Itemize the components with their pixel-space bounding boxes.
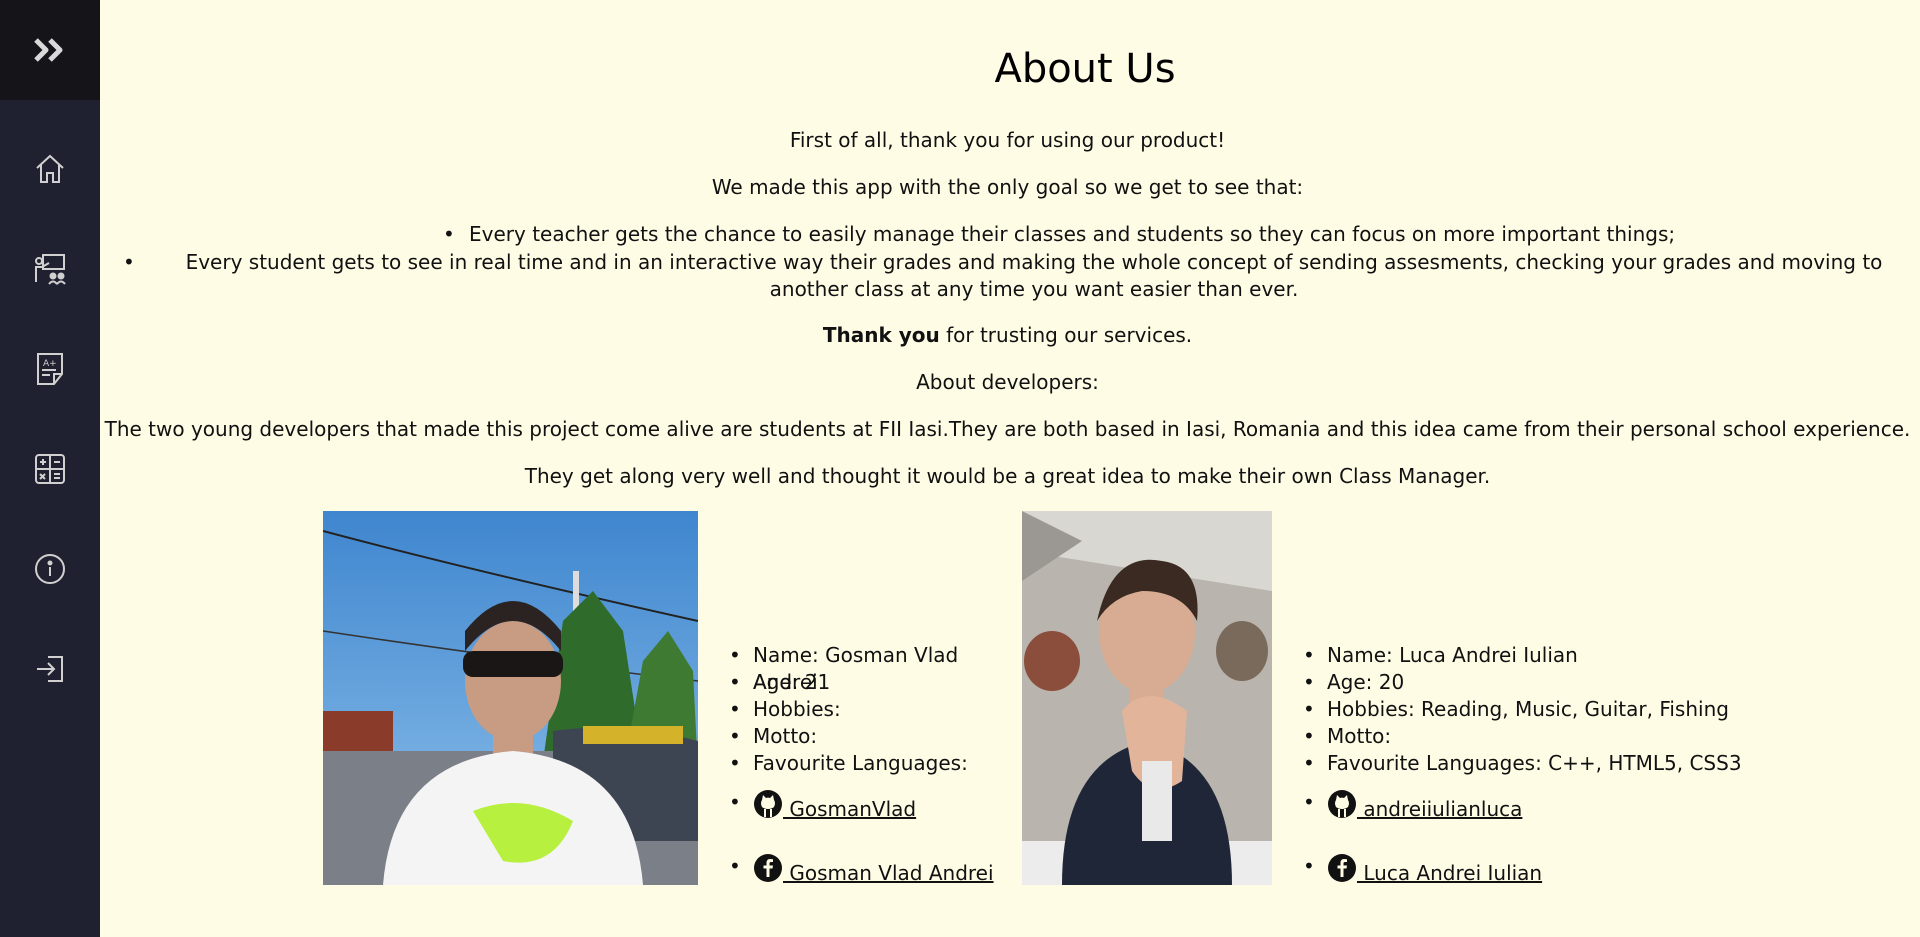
github-username: andreiiulianluca: [1357, 797, 1523, 821]
github-icon: [1328, 790, 1356, 818]
double-chevron-right-icon: [34, 38, 63, 62]
github-link[interactable]: GosmanVlad: [753, 790, 917, 821]
thanks-text: Thank you for trusting our services.: [100, 323, 1915, 347]
developer-motto: Motto:: [729, 723, 1023, 750]
developer-languages: Favourite Languages: C++, HTML5, CSS3: [1303, 750, 1747, 777]
developers-description-2: They get along very well and thought it …: [524, 464, 1491, 488]
facebook-list-item: Luca Andrei Iulian: [1303, 853, 1747, 887]
logout-icon: [37, 656, 63, 682]
grade-document-icon: A+: [37, 353, 63, 385]
intro-text: First of all, thank you for using our pr…: [789, 128, 1226, 152]
facebook-list-item: Gosman Vlad Andrei: [729, 853, 1023, 887]
facebook-link[interactable]: Gosman Vlad Andrei: [753, 854, 994, 885]
facebook-name: Luca Andrei Iulian: [1357, 861, 1543, 885]
sidebar-item-classes[interactable]: [0, 239, 100, 299]
info-icon: [35, 554, 65, 584]
developer-motto: Motto:: [1303, 723, 1747, 750]
about-developers-heading: About developers:: [916, 370, 1099, 394]
developer-photo-gosman: [323, 511, 698, 885]
sidebar-item-home[interactable]: [0, 139, 100, 199]
about-page: About Us First of all, thank you for usi…: [100, 0, 1920, 937]
svg-text:A+: A+: [43, 359, 57, 369]
page-title: About Us: [994, 46, 1176, 92]
goal-item-student: Every student gets to see in real time a…: [123, 249, 1919, 303]
developer-age: Age: 20: [1303, 669, 1747, 696]
facebook-link[interactable]: Luca Andrei Iulian: [1327, 854, 1543, 885]
calculator-icon: [35, 454, 65, 484]
github-list-item: andreiiulianluca: [1303, 789, 1747, 823]
sidebar-item-calculator[interactable]: [0, 439, 100, 499]
thanks-bold: Thank you: [822, 323, 940, 347]
github-list-item: GosmanVlad: [729, 789, 1023, 823]
sidebar-item-logout[interactable]: [0, 639, 100, 699]
facebook-icon: [754, 854, 782, 882]
thanks-rest: for trusting our services.: [939, 323, 1193, 347]
github-username: GosmanVlad: [783, 797, 917, 821]
developer-info-luca: Name: Luca Andrei Iulian Age: 20 Hobbies…: [1303, 642, 1747, 887]
developer-hobbies: Hobbies:: [729, 696, 1023, 723]
github-icon: [754, 790, 782, 818]
developer-photo-luca: [1022, 511, 1272, 885]
developer-age: Age: 21: [729, 669, 1023, 696]
developer-languages: Favourite Languages:: [729, 750, 1023, 777]
developers-description: The two young developers that made this …: [104, 417, 1911, 441]
goal-intro-text: We made this app with the only goal so w…: [711, 175, 1304, 199]
developer-name: Name: Gosman Vlad Andrei: [729, 642, 1023, 694]
goal-item-teacher: Every teacher gets the chance to easily …: [443, 222, 1675, 246]
teacher-classroom-icon: [35, 254, 66, 285]
developer-hobbies: Hobbies: Reading, Music, Guitar, Fishing: [1303, 696, 1747, 723]
sidebar: A+: [0, 0, 100, 937]
developer-name: Name: Luca Andrei Iulian: [1303, 642, 1747, 669]
sidebar-toggle-button[interactable]: [0, 0, 100, 100]
sidebar-item-about[interactable]: [0, 539, 100, 599]
github-link[interactable]: andreiiulianluca: [1327, 790, 1523, 821]
facebook-name: Gosman Vlad Andrei: [783, 861, 994, 885]
sidebar-item-grades[interactable]: A+: [0, 339, 100, 399]
home-icon: [36, 154, 64, 183]
developer-info-gosman: Name: Gosman Vlad Andrei Age: 21 Hobbies…: [729, 642, 1023, 887]
facebook-icon: [1328, 854, 1356, 882]
